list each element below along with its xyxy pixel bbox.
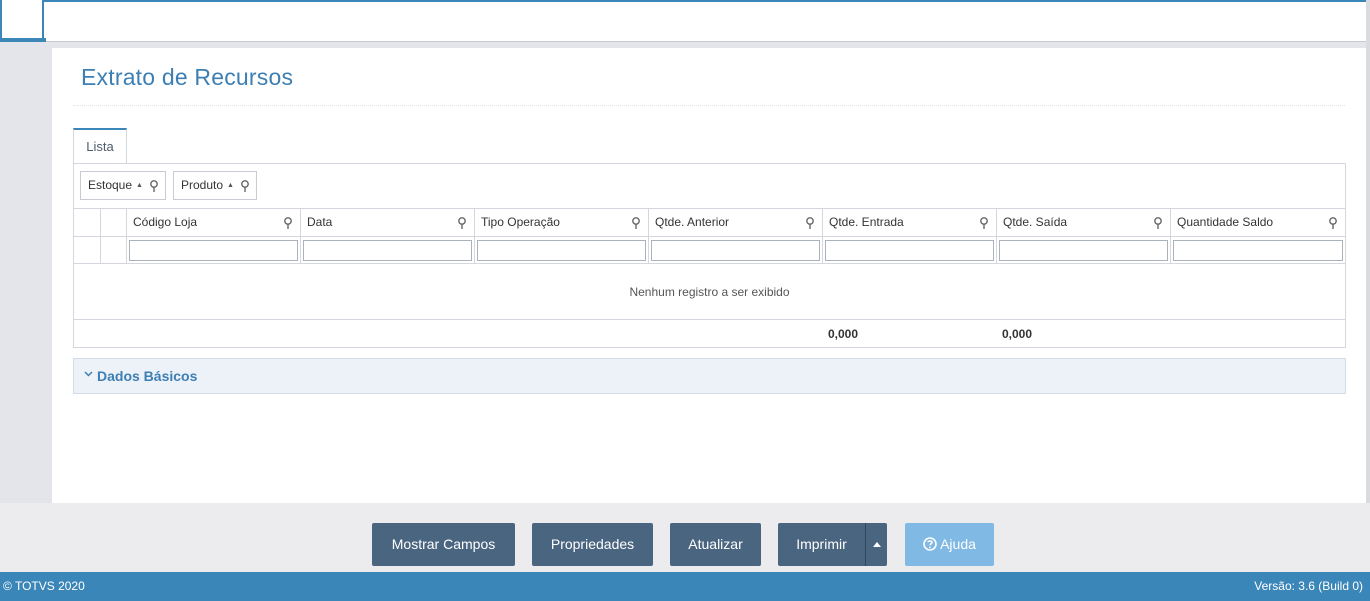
column-header-label: Qtde. Saída xyxy=(1003,215,1068,229)
filter-cell xyxy=(126,237,300,263)
filter-spacer xyxy=(74,237,100,263)
column-header-label: Tipo Operação xyxy=(481,215,560,229)
filter-pin-icon[interactable] xyxy=(150,179,159,192)
group-chip-label: Produto xyxy=(181,178,224,192)
column-header-qtde-saida[interactable]: Qtde. Saída xyxy=(996,209,1170,236)
filter-input-codigo-loja[interactable] xyxy=(129,240,298,261)
filter-input-data[interactable] xyxy=(303,240,472,261)
total-qtde-entrada: 0,000 xyxy=(828,327,859,341)
help-button-label: Ajuda xyxy=(940,536,976,552)
filter-cell xyxy=(300,237,474,263)
sort-up-icon[interactable]: ▲ xyxy=(227,182,234,189)
show-fields-button[interactable]: Mostrar Campos xyxy=(372,523,515,566)
title-divider xyxy=(73,105,1345,106)
filter-pin-icon[interactable] xyxy=(632,217,640,229)
data-grid: Estoque ▲ Produto ▲ Código Loja Data Tipo … xyxy=(73,163,1346,348)
copyright-text: © TOTVS 2020 xyxy=(3,579,85,593)
grid-totals-row: 0,000 0,000 xyxy=(74,320,1345,348)
filter-pin-icon[interactable] xyxy=(241,179,250,192)
column-header-codigo-loja[interactable]: Código Loja xyxy=(126,209,300,236)
filter-pin-icon[interactable] xyxy=(1329,217,1337,229)
filter-pin-icon[interactable] xyxy=(284,217,292,229)
app-logo-box xyxy=(0,0,44,38)
column-header-data[interactable]: Data xyxy=(300,209,474,236)
filter-cell xyxy=(822,237,996,263)
filter-input-quantidade-saldo[interactable] xyxy=(1173,240,1343,261)
header-spacer xyxy=(74,209,100,236)
filter-pin-icon[interactable] xyxy=(1154,217,1162,229)
grid-filter-row xyxy=(74,237,1345,264)
filter-pin-icon[interactable] xyxy=(458,217,466,229)
column-header-qtde-entrada[interactable]: Qtde. Entrada xyxy=(822,209,996,236)
chevron-down-icon xyxy=(84,371,93,377)
group-chip-label: Estoque xyxy=(88,178,133,192)
help-button[interactable]: Ajuda xyxy=(905,523,994,566)
filter-pin-icon[interactable] xyxy=(806,217,814,229)
column-header-label: Qtde. Entrada xyxy=(829,215,904,229)
column-header-label: Qtde. Anterior xyxy=(655,215,730,229)
filter-input-qtde-entrada[interactable] xyxy=(825,240,994,261)
column-header-label: Quantidade Saldo xyxy=(1177,215,1274,229)
empty-message: Nenhum registro a ser exibido xyxy=(74,264,1345,320)
filter-input-tipo-operacao[interactable] xyxy=(477,240,646,261)
column-header-qtde-anterior[interactable]: Qtde. Anterior xyxy=(648,209,822,236)
refresh-button[interactable]: Atualizar xyxy=(670,523,761,566)
filter-cell xyxy=(648,237,822,263)
filter-cell xyxy=(474,237,648,263)
filter-cell xyxy=(1170,237,1345,263)
main-content: Extrato de Recursos Lista Estoque ▲ Produ… xyxy=(52,48,1366,503)
filter-input-qtde-saida[interactable] xyxy=(999,240,1168,261)
filter-pin-icon[interactable] xyxy=(980,217,988,229)
column-header-label: Data xyxy=(307,215,333,229)
sort-up-icon[interactable]: ▲ xyxy=(136,182,143,189)
accordion-label: Dados Básicos xyxy=(97,368,198,384)
print-menu-toggle[interactable] xyxy=(865,523,887,566)
help-icon xyxy=(923,536,937,551)
column-header-label: Código Loja xyxy=(133,215,198,229)
grid-header-row: Código Loja Data Tipo Operação Qtde. Ant… xyxy=(74,209,1345,237)
page-title: Extrato de Recursos xyxy=(81,64,294,90)
header-spacer xyxy=(100,209,126,236)
properties-button[interactable]: Propriedades xyxy=(532,523,653,566)
action-bar: Mostrar Campos Propriedades Atualizar Im… xyxy=(0,503,1370,572)
left-rail xyxy=(0,42,52,503)
page-scrollbar[interactable] xyxy=(1366,0,1370,503)
print-button[interactable]: Imprimir xyxy=(778,523,865,566)
filter-input-qtde-anterior[interactable] xyxy=(651,240,820,261)
caret-up-icon xyxy=(873,542,881,547)
group-by-area: Estoque ▲ Produto ▲ xyxy=(74,164,1345,209)
column-header-quantidade-saldo[interactable]: Quantidade Saldo xyxy=(1170,209,1345,236)
group-chip-produto[interactable]: Produto ▲ xyxy=(173,171,258,200)
group-chip-estoque[interactable]: Estoque ▲ xyxy=(80,171,167,200)
tab-lista[interactable]: Lista xyxy=(73,128,127,164)
total-qtde-saida: 0,000 xyxy=(1002,327,1033,341)
top-header xyxy=(0,0,1366,42)
filter-cell xyxy=(996,237,1170,263)
status-bar: © TOTVS 2020 Versão: 3.6 (Build 0) xyxy=(0,572,1370,601)
accordion-dados-basicos[interactable]: Dados Básicos xyxy=(73,358,1346,394)
version-text: Versão: 3.6 (Build 0) xyxy=(1254,579,1363,593)
column-header-tipo-operacao[interactable]: Tipo Operação xyxy=(474,209,648,236)
filter-spacer xyxy=(100,237,126,263)
